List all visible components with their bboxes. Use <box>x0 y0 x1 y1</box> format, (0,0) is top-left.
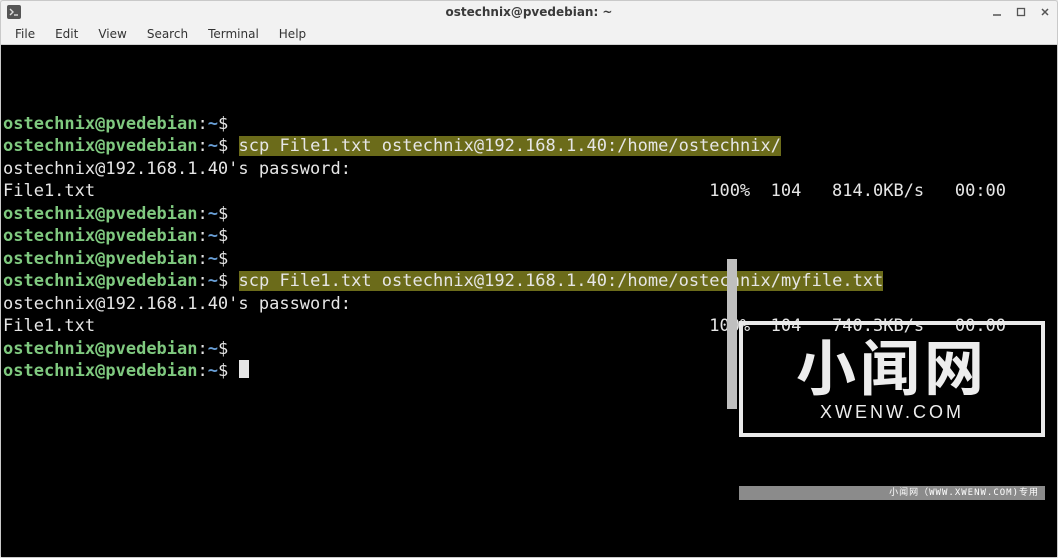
minimize-button[interactable] <box>991 6 1003 18</box>
scp-file: File1.txt <box>3 316 95 336</box>
watermark: 小闻网 XWENW.COM 小闻网（WWW.XWENW.COM)专用 <box>739 253 1045 545</box>
prompt-at: @ <box>95 249 105 269</box>
prompt-host: pvedebian <box>105 361 197 381</box>
watermark-footer: 小闻网（WWW.XWENW.COM)专用 <box>739 486 1045 500</box>
prompt-user: ostechnix <box>3 361 95 381</box>
scp-stats: 100% 104 814.0KB/s 00:00 <box>709 181 1006 201</box>
titlebar: ostechnix@pvedebian: ~ <box>1 1 1057 23</box>
prompt-line: ostechnix@pvedebian:~$ <box>3 225 1055 248</box>
maximize-button[interactable] <box>1015 6 1027 18</box>
prompt-user: ostechnix <box>3 204 95 224</box>
prompt-line: ostechnix@pvedebian:~$ <box>3 113 1055 136</box>
prompt-colon: : <box>198 271 208 291</box>
prompt-at: @ <box>95 339 105 359</box>
prompt-colon: : <box>198 226 208 246</box>
watermark-text-domain: XWENW.COM <box>820 401 964 424</box>
prompt-user: ostechnix <box>3 114 95 134</box>
prompt-dollar: $ <box>218 361 228 381</box>
prompt-colon: : <box>198 136 208 156</box>
prompt-user: ostechnix <box>3 339 95 359</box>
terminal-cursor <box>239 360 249 378</box>
prompt-dollar: $ <box>218 136 228 156</box>
prompt-host: pvedebian <box>105 204 197 224</box>
scp-command: scp File1.txt ostechnix@192.168.1.40:/ho… <box>239 136 781 156</box>
prompt-colon: : <box>198 249 208 269</box>
prompt-dollar: $ <box>218 339 228 359</box>
watermark-box: 小闻网 XWENW.COM <box>739 321 1045 438</box>
menu-edit[interactable]: Edit <box>45 25 88 43</box>
window-title: ostechnix@pvedebian: ~ <box>1 5 1057 19</box>
menu-search[interactable]: Search <box>137 25 198 43</box>
prompt-path: ~ <box>208 271 218 291</box>
prompt-at: @ <box>95 114 105 134</box>
password-prompt: ostechnix@192.168.1.40's password: <box>3 158 1055 181</box>
window-controls <box>991 6 1051 18</box>
prompt-dollar: $ <box>218 226 228 246</box>
menu-terminal[interactable]: Terminal <box>198 25 269 43</box>
prompt-colon: : <box>198 339 208 359</box>
menu-file[interactable]: File <box>5 25 45 43</box>
terminal-app-icon <box>7 5 21 19</box>
menubar: File Edit View Search Terminal Help <box>1 23 1057 45</box>
prompt-dollar: $ <box>218 204 228 224</box>
prompt-user: ostechnix <box>3 136 95 156</box>
prompt-line: ostechnix@pvedebian:~$ <box>3 203 1055 226</box>
prompt-colon: : <box>198 114 208 134</box>
prompt-path: ~ <box>208 204 218 224</box>
prompt-colon: : <box>198 204 208 224</box>
terminal-area[interactable]: ostechnix@pvedebian:~$ostechnix@pvedebia… <box>1 45 1057 557</box>
prompt-path: ~ <box>208 361 218 381</box>
prompt-user: ostechnix <box>3 226 95 246</box>
prompt-at: @ <box>95 226 105 246</box>
prompt-colon: : <box>198 361 208 381</box>
prompt-host: pvedebian <box>105 226 197 246</box>
prompt-at: @ <box>95 361 105 381</box>
watermark-side-stripe <box>727 259 737 409</box>
prompt-user: ostechnix <box>3 249 95 269</box>
watermark-text-cn: 小闻网 <box>796 335 988 395</box>
prompt-path: ~ <box>208 249 218 269</box>
scp-file: File1.txt <box>3 181 95 201</box>
prompt-path: ~ <box>208 226 218 246</box>
prompt-path: ~ <box>208 114 218 134</box>
prompt-dollar: $ <box>218 271 228 291</box>
prompt-user: ostechnix <box>3 271 95 291</box>
prompt-at: @ <box>95 136 105 156</box>
prompt-path: ~ <box>208 136 218 156</box>
menu-help[interactable]: Help <box>269 25 316 43</box>
menu-view[interactable]: View <box>88 25 136 43</box>
prompt-path: ~ <box>208 339 218 359</box>
prompt-host: pvedebian <box>105 271 197 291</box>
prompt-host: pvedebian <box>105 339 197 359</box>
prompt-at: @ <box>95 204 105 224</box>
prompt-host: pvedebian <box>105 136 197 156</box>
app-window: ostechnix@pvedebian: ~ File Edit View Se… <box>0 0 1058 558</box>
scp-progress-line: File1.txt 100% 104 814.0KB/s 00:00 <box>3 180 1055 203</box>
prompt-dollar: $ <box>218 249 228 269</box>
prompt-dollar: $ <box>218 114 228 134</box>
prompt-host: pvedebian <box>105 249 197 269</box>
prompt-line-cmd: ostechnix@pvedebian:~$ scp File1.txt ost… <box>3 135 1055 158</box>
prompt-host: pvedebian <box>105 114 197 134</box>
close-button[interactable] <box>1039 6 1051 18</box>
prompt-at: @ <box>95 271 105 291</box>
